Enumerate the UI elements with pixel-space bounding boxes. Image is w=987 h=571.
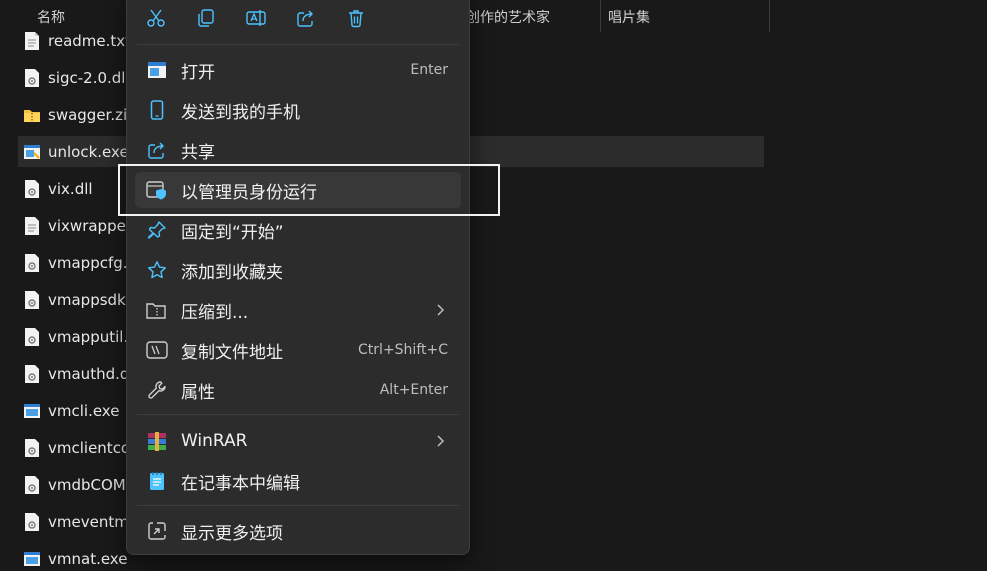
- menu-item-label: WinRAR: [181, 431, 248, 451]
- file-name: vmdbCOM: [48, 475, 126, 494]
- chevron-right-icon: [437, 435, 445, 447]
- share-icon: [297, 10, 313, 27]
- file-name: vmnat.exe: [48, 549, 128, 568]
- share-button[interactable]: [289, 1, 323, 35]
- rename-button[interactable]: [239, 1, 273, 35]
- delete-icon: [349, 10, 363, 28]
- wrench-icon: [146, 379, 168, 401]
- menu-separator: [137, 414, 459, 415]
- file-name: readme.txt: [48, 31, 132, 50]
- menu-item-edit-notepad[interactable]: 在记事本中编辑: [135, 463, 461, 499]
- dll-file-icon: [25, 179, 39, 198]
- zip-folder-icon: [24, 109, 40, 122]
- exe-file-icon: [24, 551, 40, 566]
- menu-item-label: 打开: [181, 62, 215, 83]
- menu-item-label: 添加到收藏夹: [181, 262, 283, 283]
- app-window-icon: [146, 59, 168, 81]
- file-name: unlock.exe: [48, 142, 129, 161]
- copy-path-icon: [146, 339, 168, 361]
- file-name: vmapputil.: [48, 327, 129, 346]
- menu-item-label: 固定到“开始”: [181, 222, 284, 243]
- dll-file-icon: [25, 438, 39, 457]
- share-icon: [146, 139, 168, 161]
- menu-item-label: 复制文件地址: [181, 342, 283, 363]
- menu-item-label: 压缩到...: [181, 302, 249, 323]
- copy-button[interactable]: [189, 1, 223, 35]
- winrar-icon: [146, 430, 168, 452]
- menu-item-properties[interactable]: 属性 Alt+Enter: [135, 372, 461, 408]
- menu-item-copy-path[interactable]: 复制文件地址 Ctrl+Shift+C: [135, 332, 461, 368]
- compress-icon: [146, 299, 168, 321]
- dll-file-icon: [25, 68, 39, 87]
- cut-button[interactable]: [139, 1, 173, 35]
- menu-item-label: 发送到我的手机: [181, 102, 300, 123]
- text-file-icon: [25, 216, 39, 235]
- menu-item-label: 显示更多选项: [181, 523, 283, 544]
- dll-file-icon: [25, 253, 39, 272]
- menu-item-pin-to-start[interactable]: 固定到“开始”: [135, 212, 461, 248]
- phone-icon: [146, 99, 168, 121]
- rename-icon: [246, 10, 266, 26]
- highlight-box: [118, 164, 500, 216]
- menu-item-share[interactable]: 共享: [135, 132, 461, 168]
- more-options-icon: [146, 520, 168, 542]
- copy-icon: [198, 9, 214, 27]
- menu-item-more-options[interactable]: 显示更多选项: [135, 513, 461, 549]
- pin-icon: [146, 219, 168, 241]
- dll-file-icon: [25, 327, 39, 346]
- menu-separator: [137, 505, 459, 506]
- file-name: vmcli.exe: [48, 401, 120, 420]
- context-menu-toolbar: [127, 1, 469, 37]
- file-name: sigc-2.0.dll: [48, 68, 130, 87]
- menu-item-label: 属性: [181, 382, 215, 403]
- exe-file-icon: [24, 403, 40, 418]
- menu-item-send-to-phone[interactable]: 发送到我的手机: [135, 92, 461, 128]
- file-name: vmeventm: [48, 512, 129, 531]
- menu-item-shortcut: Enter: [410, 62, 448, 78]
- file-name: vmclientco: [48, 438, 131, 457]
- dll-file-icon: [25, 290, 39, 309]
- menu-item-add-favorites[interactable]: 添加到收藏夹: [135, 252, 461, 288]
- menu-item-shortcut: Alt+Enter: [379, 382, 448, 398]
- menu-item-compress[interactable]: 压缩到...: [135, 292, 461, 328]
- column-divider[interactable]: [769, 0, 770, 32]
- dll-file-icon: [25, 364, 39, 383]
- file-name: vmauthd.d: [48, 364, 130, 383]
- file-name: vmappsdk.: [48, 290, 131, 309]
- text-file-icon: [25, 31, 39, 50]
- column-album[interactable]: 唱片集: [608, 7, 650, 27]
- file-name: vmappcfg.: [48, 253, 128, 272]
- exe-file-icon: [24, 144, 40, 159]
- notepad-icon: [146, 470, 168, 492]
- menu-separator: [137, 44, 459, 45]
- delete-button[interactable]: [339, 1, 373, 35]
- file-name: vixwrapper: [48, 216, 132, 235]
- desktop-stage: 名称 参与创作的艺术家 唱片集 readme.txt sigc-2.0.dll …: [0, 0, 987, 571]
- chevron-right-icon: [437, 304, 445, 316]
- menu-item-shortcut: Ctrl+Shift+C: [358, 342, 448, 358]
- context-menu: 打开 Enter 发送到我的手机 共享 以管理员身份运行 固定到“开始” 添加到…: [126, 0, 470, 555]
- column-name[interactable]: 名称: [37, 7, 65, 27]
- cut-icon: [147, 9, 165, 27]
- menu-item-open[interactable]: 打开 Enter: [135, 52, 461, 88]
- file-name: swagger.zip: [48, 105, 137, 124]
- menu-item-label: 在记事本中编辑: [181, 473, 300, 494]
- menu-item-winrar[interactable]: WinRAR: [135, 423, 461, 459]
- dll-file-icon: [25, 475, 39, 494]
- menu-item-label: 共享: [181, 142, 215, 163]
- star-icon: [146, 259, 168, 281]
- dll-file-icon: [25, 512, 39, 531]
- file-name: vix.dll: [48, 179, 93, 198]
